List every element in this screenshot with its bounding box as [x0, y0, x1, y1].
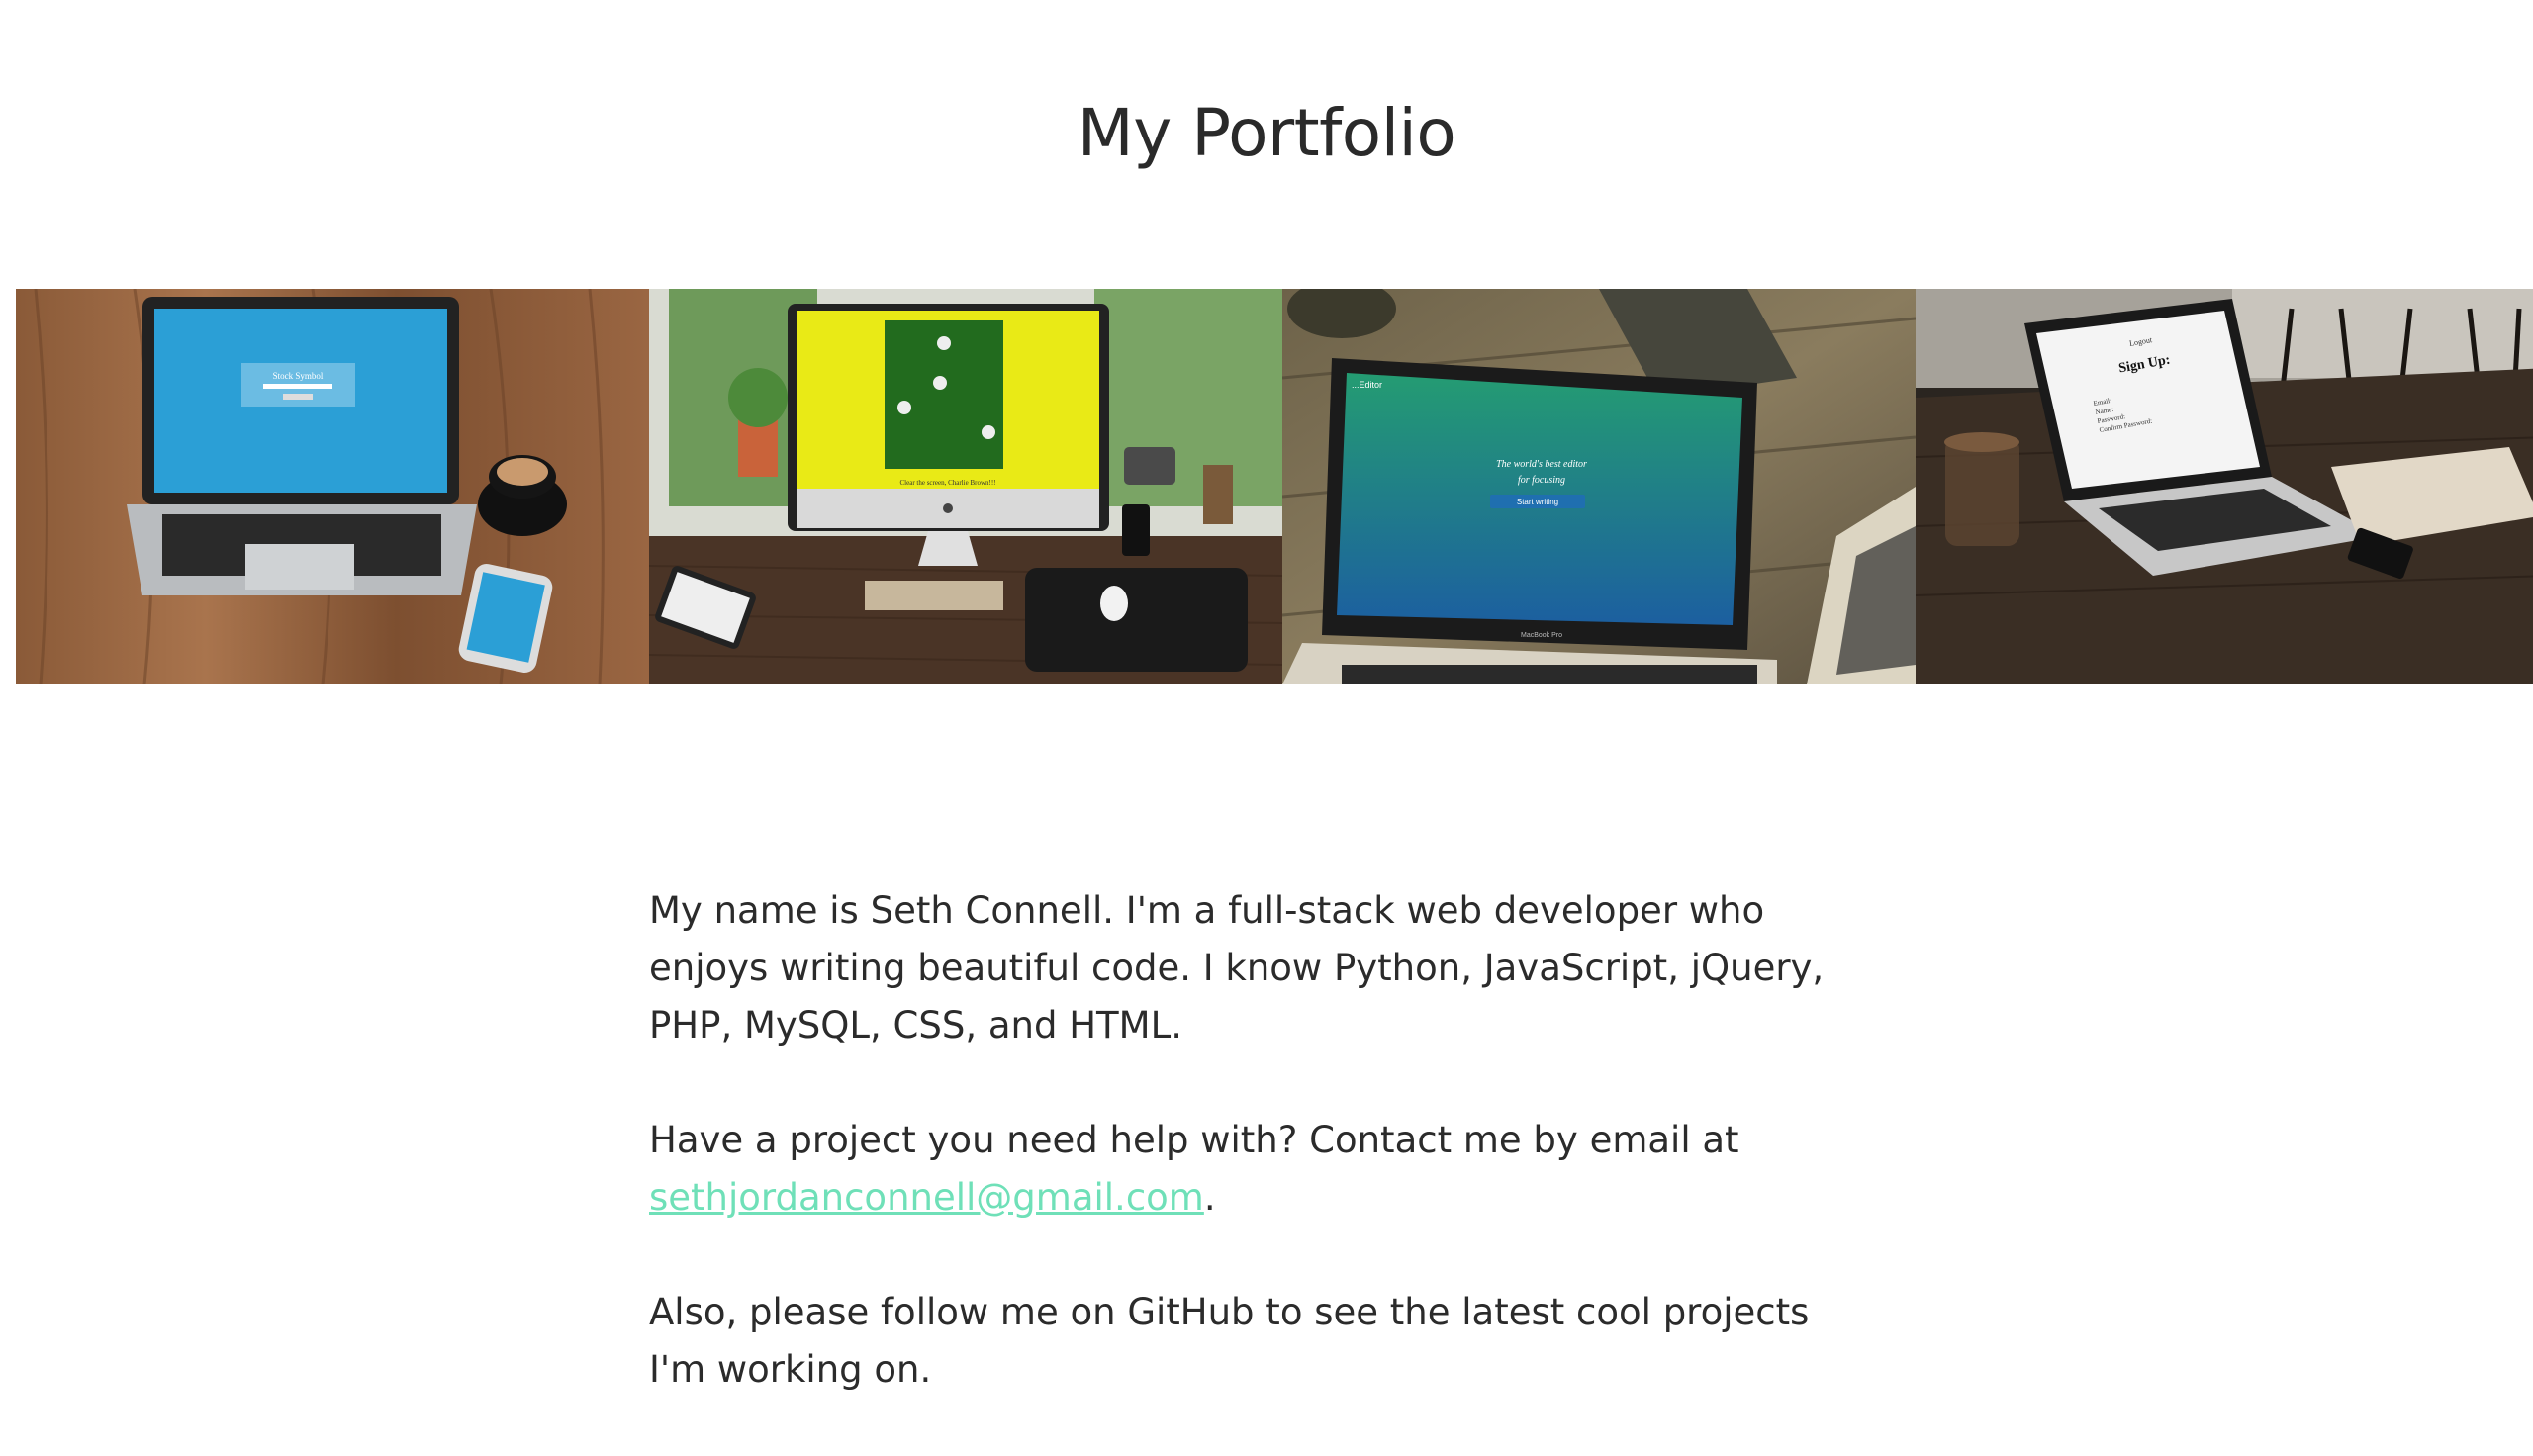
editor-screen-title: ...Editor: [1352, 380, 1382, 390]
bio-section: My name is Seth Connell. I'm a full-stac…: [649, 882, 1876, 1456]
game-screen-caption: Clear the screen, Charlie Brown!!!: [900, 479, 996, 487]
contact-suffix: .: [1203, 1176, 1216, 1219]
gallery-item-text-editor[interactable]: ...Editor The world's best editor for fo…: [1282, 289, 1916, 684]
gallery-item-signup-app[interactable]: Logout Sign Up: Email: Name: Password: C…: [1916, 289, 2533, 684]
stock-screen-title: Stock Symbol: [273, 371, 324, 381]
gallery-item-charlie-brown-game[interactable]: Clear the screen, Charlie Brown!!!: [649, 289, 1282, 684]
gallery-item-stock-app[interactable]: Stock Symbol: [16, 289, 649, 684]
email-link[interactable]: sethjordanconnell@gmail.com: [649, 1176, 1204, 1219]
page-title: My Portfolio: [1077, 95, 1456, 171]
bio-intro: My name is Seth Connell. I'm a full-stac…: [649, 889, 1825, 1046]
contact-prefix: Have a project you need help with? Conta…: [649, 1119, 1739, 1161]
portfolio-gallery: Stock Symbol Clear the screen, Charlie B…: [16, 289, 2533, 684]
bio-contact: Have a project you need help with? Conta…: [649, 1112, 1876, 1227]
charlie-brown-game-photo: Clear the screen, Charlie Brown!!!: [649, 289, 1282, 684]
bio-github: Also, please follow me on GitHub to see …: [649, 1291, 1810, 1391]
editor-screen-button: Start writing: [1517, 498, 1558, 506]
editor-screen-line-2: for focusing: [1518, 475, 1565, 486]
signup-app-photo: Logout Sign Up: Email: Name: Password: C…: [1916, 289, 2533, 684]
stock-app-photo: Stock Symbol: [16, 289, 649, 684]
editor-screen-line-1: The world's best editor: [1496, 459, 1587, 470]
laptop-model-label: MacBook Pro: [1521, 632, 1562, 639]
text-editor-photo: ...Editor The world's best editor for fo…: [1282, 289, 1916, 684]
